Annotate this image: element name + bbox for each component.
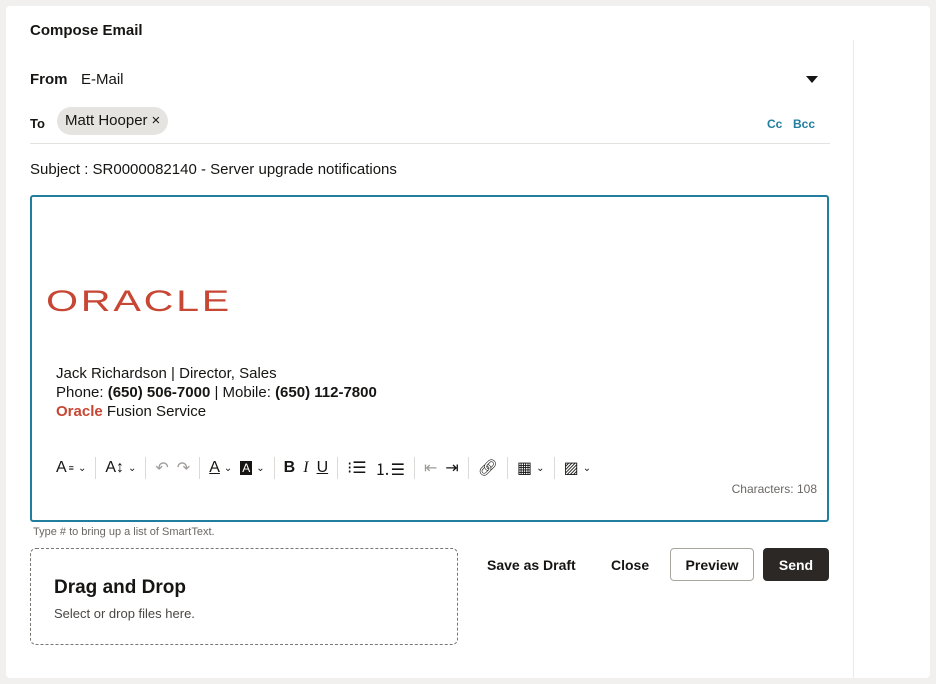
- font-size-icon[interactable]: A ≡ ⌄: [52, 455, 90, 481]
- drop-zone-title: Drag and Drop: [54, 577, 186, 598]
- recipient-chip[interactable]: Matt Hooper ×: [57, 107, 169, 135]
- recipient-name: Matt Hooper: [65, 112, 148, 129]
- signature-brand: Oracle: [56, 403, 103, 420]
- signature-name-title: Jack Richardson | Director, Sales: [56, 365, 277, 382]
- toolbar-divider: [553, 457, 555, 479]
- indent-icon[interactable]: ⇥: [441, 455, 462, 481]
- character-count: Characters: 108: [731, 482, 817, 496]
- phone-number: (650) 506-7000: [107, 384, 211, 401]
- drop-zone-subtitle: Select or drop files here.: [54, 606, 195, 621]
- image-icon[interactable]: ▨ ⌄: [560, 455, 596, 481]
- email-signature: Jack Richardson | Director, Sales Phone:…: [56, 364, 377, 421]
- toolbar-divider: [95, 457, 97, 479]
- close-button[interactable]: Close: [611, 557, 649, 573]
- signature-company: Oracle Fusion Service: [56, 403, 207, 420]
- link-icon[interactable]: 🔗︎: [474, 455, 502, 481]
- from-label: From: [30, 71, 68, 88]
- cc-link[interactable]: Cc: [767, 117, 782, 131]
- email-body-editor[interactable]: ORACLE Jack Richardson | Director, Sales…: [30, 195, 829, 522]
- oracle-logo: ORACLE: [46, 285, 232, 317]
- send-button[interactable]: Send: [763, 548, 829, 581]
- from-select-value[interactable]: E-Mail: [81, 71, 124, 88]
- signature-phones: Phone: (650) 506-7000 | Mobile: (650) 11…: [56, 384, 377, 401]
- bold-icon[interactable]: B: [280, 455, 300, 481]
- toolbar-divider: [413, 457, 415, 479]
- bcc-link[interactable]: Bcc: [793, 117, 815, 131]
- smarttext-hint: Type # to bring up a list of SmartText.: [33, 526, 215, 538]
- file-drop-zone[interactable]: Drag and Drop Select or drop files here.: [30, 548, 458, 645]
- subject-field[interactable]: Subject : SR0000082140 - Server upgrade …: [30, 161, 397, 178]
- toolbar-divider: [507, 457, 509, 479]
- toolbar-divider: [467, 457, 469, 479]
- bulleted-list-icon[interactable]: ⁝☰: [343, 455, 370, 481]
- font-style-icon[interactable]: A↕ ⌄: [101, 455, 140, 481]
- underline-icon[interactable]: U: [313, 455, 333, 481]
- undo-icon[interactable]: ↶: [151, 455, 172, 481]
- save-draft-button[interactable]: Save as Draft: [487, 557, 576, 573]
- mobile-number: (650) 112-7800: [275, 384, 377, 401]
- page-title: Compose Email: [30, 22, 143, 39]
- numbered-list-icon[interactable]: ⒈☰: [371, 455, 409, 481]
- toolbar-divider: [337, 457, 339, 479]
- toolbar-divider: [145, 457, 147, 479]
- preview-button[interactable]: Preview: [670, 548, 754, 581]
- redo-icon[interactable]: ↷: [173, 455, 194, 481]
- table-icon[interactable]: ▦ ⌄: [513, 455, 549, 481]
- outdent-icon[interactable]: ⇤: [420, 455, 441, 481]
- remove-recipient-icon[interactable]: ×: [152, 107, 161, 135]
- editor-toolbar: A ≡ ⌄ A↕ ⌄ ↶ ↷ A ⌄ A ⌄ B I U ⁝☰ ⒈☰ ⇤ ⇥ 🔗︎ ▦ ⌄ …: [52, 455, 595, 481]
- italic-icon[interactable]: I: [299, 455, 312, 481]
- toolbar-divider: [273, 457, 275, 479]
- side-divider: [853, 40, 854, 678]
- to-row: To Matt Hooper × Cc Bcc: [30, 106, 830, 144]
- chevron-down-icon[interactable]: [806, 76, 818, 83]
- from-row[interactable]: From E-Mail: [30, 68, 830, 92]
- svg-text:ORACLE: ORACLE: [46, 285, 232, 317]
- to-label: To: [30, 116, 45, 131]
- highlight-color-icon[interactable]: A ⌄: [236, 455, 268, 481]
- toolbar-divider: [199, 457, 201, 479]
- font-color-icon[interactable]: A ⌄: [205, 455, 236, 481]
